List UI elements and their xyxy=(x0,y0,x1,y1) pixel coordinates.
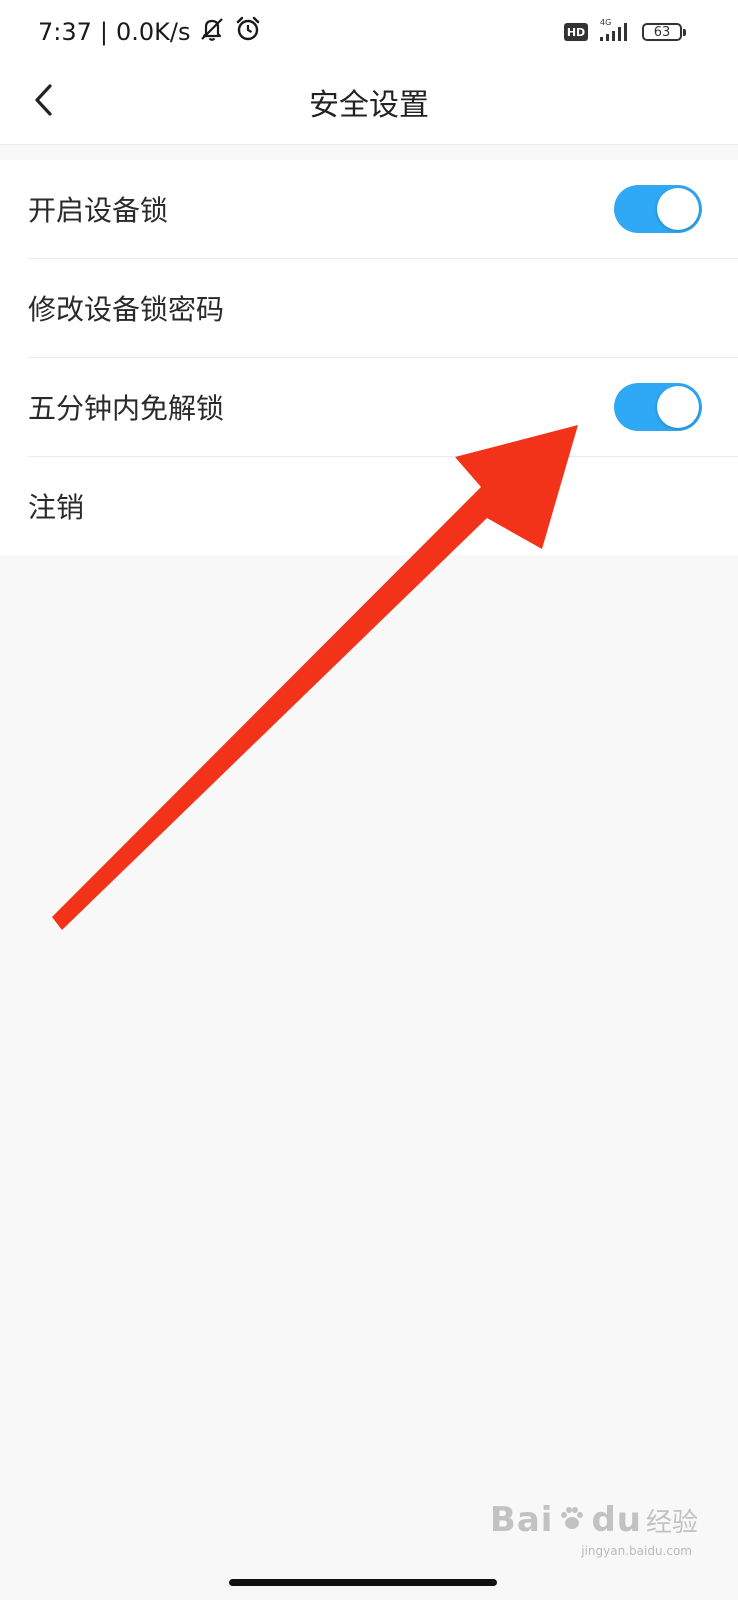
mute-icon xyxy=(197,14,227,50)
setting-label: 注销 xyxy=(28,491,85,524)
setting-change-lock-password[interactable]: 修改设备锁密码 xyxy=(28,259,738,358)
home-indicator[interactable] xyxy=(229,1579,497,1586)
watermark-du: du xyxy=(591,1500,642,1540)
watermark-cn: 经验 xyxy=(645,1507,698,1538)
header: 安全设置 xyxy=(0,62,738,145)
battery-level: 63 xyxy=(653,24,671,40)
status-net-speed: 0.0K/s xyxy=(116,18,191,46)
five-minute-unlock-toggle[interactable] xyxy=(614,383,702,431)
setting-five-minute-unlock[interactable]: 五分钟内免解锁 xyxy=(28,358,738,457)
hd-badge: HD xyxy=(564,23,588,41)
alarm-icon xyxy=(233,14,263,50)
screen: 7:37 | 0.0K/s HD 4G 63 安全设置 开启设备锁 修改设备锁密… xyxy=(0,0,738,1600)
battery-icon: 63 xyxy=(642,23,686,41)
toggle-knob xyxy=(657,386,699,428)
setting-enable-device-lock[interactable]: 开启设备锁 xyxy=(28,160,738,259)
status-bar: 7:37 | 0.0K/s HD 4G 63 xyxy=(0,0,738,62)
baidu-watermark: Bai du 经验 jingyan.baidu.com xyxy=(489,1500,698,1558)
watermark-url: jingyan.baidu.com xyxy=(581,1544,692,1558)
setting-label: 五分钟内免解锁 xyxy=(28,392,225,425)
watermark-bai: Bai xyxy=(489,1500,554,1540)
status-time: 7:37 xyxy=(38,18,92,46)
page-title: 安全设置 xyxy=(309,88,429,123)
setting-label: 开启设备锁 xyxy=(28,194,169,227)
toggle-knob xyxy=(657,188,699,230)
paw-icon xyxy=(557,1503,587,1537)
status-left: 7:37 | 0.0K/s xyxy=(38,14,263,50)
status-right: HD 4G 63 xyxy=(564,16,686,48)
setting-logout[interactable]: 注销 xyxy=(28,457,738,555)
network-type: 4G xyxy=(600,18,611,27)
setting-label: 修改设备锁密码 xyxy=(28,293,225,326)
signal-icon: 4G xyxy=(596,17,634,47)
device-lock-toggle[interactable] xyxy=(614,185,702,233)
status-separator: | xyxy=(99,18,108,46)
settings-list: 开启设备锁 修改设备锁密码 五分钟内免解锁 注销 xyxy=(0,160,738,555)
